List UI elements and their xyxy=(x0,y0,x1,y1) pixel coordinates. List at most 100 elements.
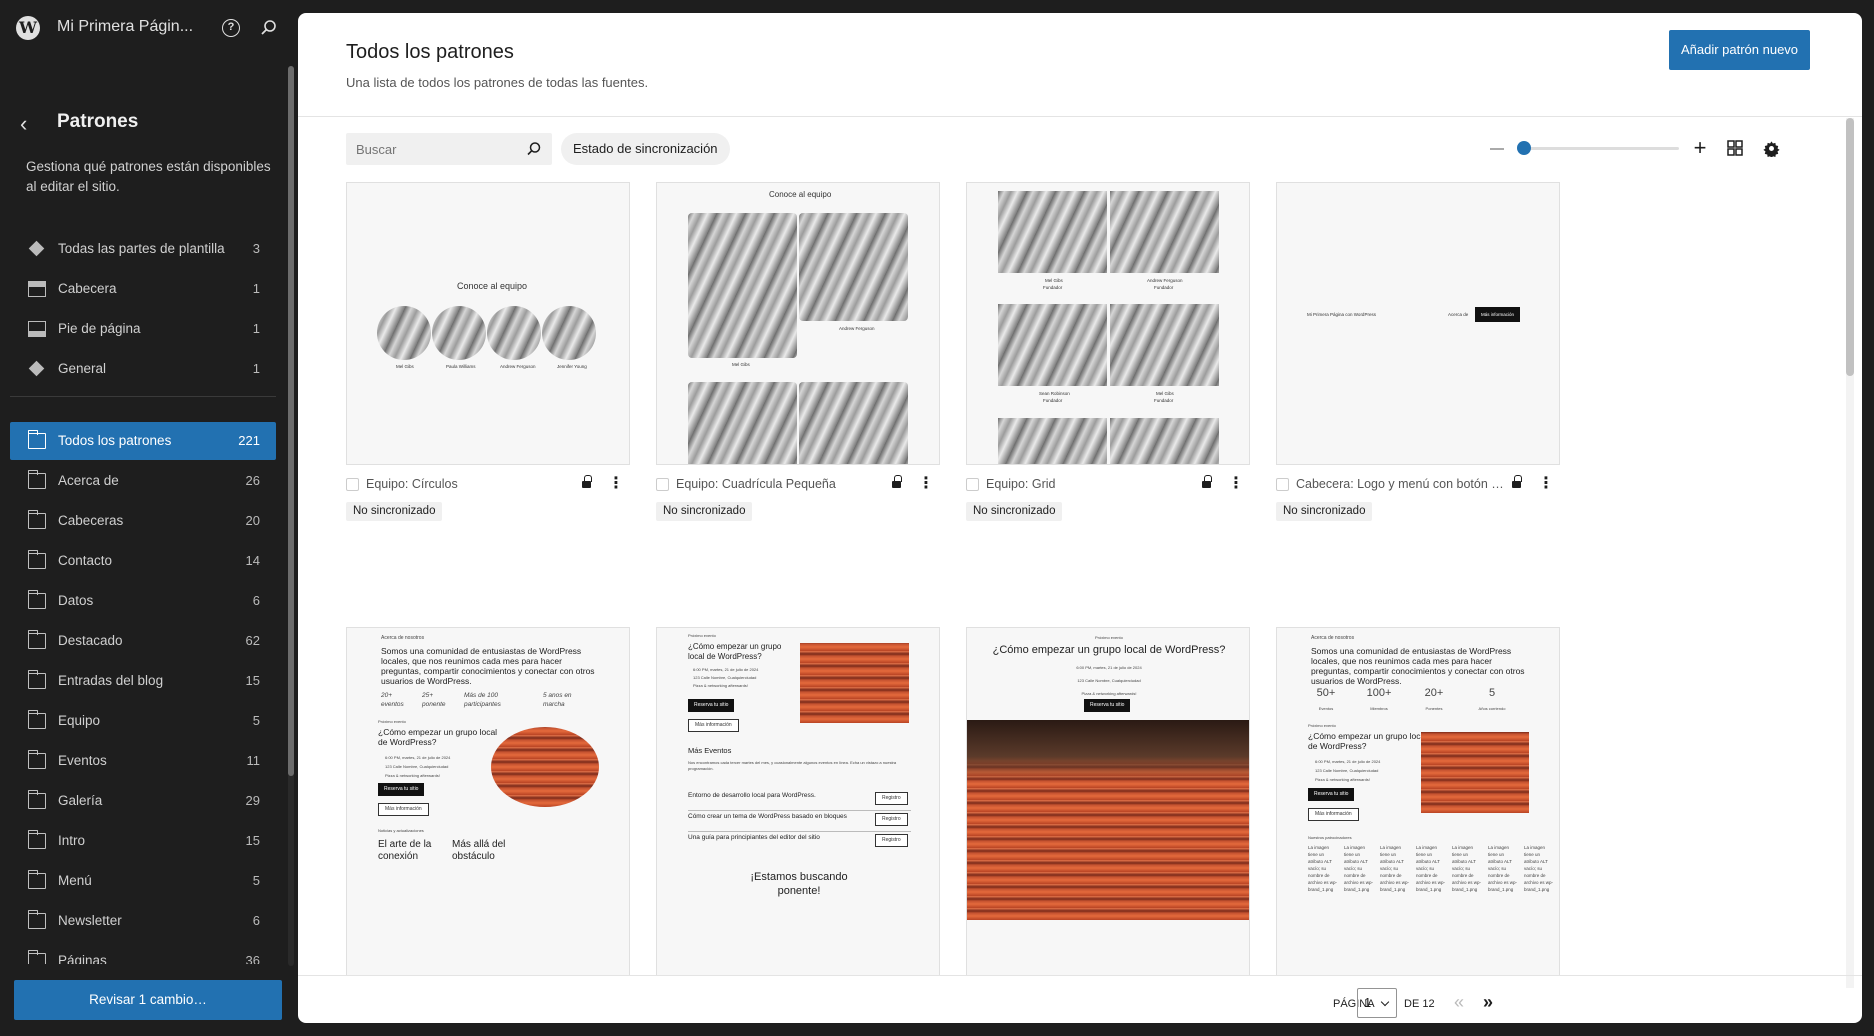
pattern-name[interactable]: Equipo: Cuadrícula Pequeña xyxy=(676,477,886,491)
team-photo xyxy=(998,304,1107,386)
zoom-slider[interactable] xyxy=(1523,147,1679,150)
site-title[interactable]: Mi Primera Págin... xyxy=(57,18,193,36)
zoom-out-icon[interactable] xyxy=(1490,148,1504,150)
main-scrollbar-thumb[interactable] xyxy=(1846,118,1854,376)
sidebar-item-gallery[interactable]: Galería 29 xyxy=(10,782,276,820)
preview-button: Más información xyxy=(378,803,429,816)
preview-button: Registro xyxy=(875,792,908,805)
pattern-grid-row: Acerca de nosotros Somos una comunidad d… xyxy=(298,627,1846,975)
member-name: Sean Robinson xyxy=(1039,391,1070,396)
sidebar-item-general[interactable]: General 1 xyxy=(10,350,276,388)
sidebar-item-intro[interactable]: Intro 15 xyxy=(10,822,276,860)
more-actions-icon[interactable]: ⋮ xyxy=(1228,474,1244,494)
first-page-icon[interactable]: « xyxy=(1454,993,1464,1011)
add-pattern-button[interactable]: Añadir patrón nuevo xyxy=(1669,30,1810,70)
stat-value: 50+ xyxy=(1316,687,1336,699)
sidebar: Mi Primera Págin... ? ‹ Patrones Gestion… xyxy=(0,0,298,1036)
sidebar-item-featured[interactable]: Destacado 62 xyxy=(10,622,276,660)
member-name: Mel Gibs xyxy=(732,362,750,367)
select-checkbox[interactable] xyxy=(966,478,979,491)
event-detail: 123 Calle Nombre, Cualquierciudad xyxy=(385,764,449,769)
select-checkbox[interactable] xyxy=(656,478,669,491)
folder-icon xyxy=(28,470,46,489)
event-detail: 6:00 PM, martes, 21 de julio de 2024 xyxy=(385,755,451,760)
zoom-slider-handle[interactable] xyxy=(1517,141,1531,155)
search-input[interactable] xyxy=(346,133,516,165)
search-box[interactable] xyxy=(346,133,552,165)
sidebar-item-count: 6 xyxy=(252,913,260,928)
sidebar-item-count: 15 xyxy=(245,673,260,688)
stat-label: ponente xyxy=(422,701,446,708)
stat-value: Más de 100 xyxy=(464,692,498,699)
sidebar-item-label: General xyxy=(58,361,107,376)
select-checkbox[interactable] xyxy=(1276,478,1289,491)
pattern-name[interactable]: Cabecera: Logo y menú con botón de ac… xyxy=(1296,477,1506,491)
chevron-left-icon[interactable]: ‹ xyxy=(20,113,34,135)
sidebar-item-label: Eventos xyxy=(58,753,107,768)
stat-label: Miembros xyxy=(1370,706,1388,711)
last-page-icon[interactable]: » xyxy=(1483,993,1493,1011)
wordpress-logo-icon[interactable] xyxy=(16,16,40,40)
pattern-preview[interactable]: Acerca de nosotros Somos una comunidad d… xyxy=(1276,627,1560,975)
preview-label: Próximo evento xyxy=(1095,635,1123,640)
search-icon[interactable] xyxy=(526,141,542,157)
pattern-preview[interactable]: Conoce al equipo Mel Gibs Andrew Ferguso… xyxy=(656,182,940,465)
member-name: Mel Gibs xyxy=(1156,391,1174,396)
preview-label: Acerca de nosotros xyxy=(381,635,425,641)
stat-value: 100+ xyxy=(1366,687,1392,699)
sidebar-item-count: 5 xyxy=(252,873,260,888)
sidebar-item-pages[interactable]: Páginas 36 xyxy=(10,942,276,964)
review-changes-button[interactable]: Revisar 1 cambio… xyxy=(14,980,282,1020)
more-actions-icon[interactable]: ⋮ xyxy=(918,474,934,494)
stat-value: 5 anos en xyxy=(543,692,572,699)
sidebar-item-footer[interactable]: Pie de página 1 xyxy=(10,310,276,348)
help-icon[interactable]: ? xyxy=(222,19,240,37)
stat-label: marcha xyxy=(543,701,565,708)
pattern-preview[interactable]: Conoce al equipo Mel Gibs Paula Williams… xyxy=(346,182,630,465)
sidebar-item-count: 36 xyxy=(245,953,260,964)
pattern-preview[interactable]: Próximo evento ¿Cómo empezar un grupo lo… xyxy=(966,627,1250,975)
more-actions-icon[interactable]: ⋮ xyxy=(608,474,624,494)
zoom-in-icon[interactable]: + xyxy=(1691,137,1709,159)
sidebar-item-events[interactable]: Eventos 11 xyxy=(10,742,276,780)
sidebar-item-headers[interactable]: Cabeceras 20 xyxy=(10,502,276,540)
pattern-preview[interactable]: Próximo evento ¿Cómo empezar un grupo lo… xyxy=(656,627,940,975)
pattern-preview[interactable]: Mi Primera Página con WordPress Acerca d… xyxy=(1276,182,1560,465)
member-name: Mel Gibs xyxy=(1045,278,1063,283)
pattern-name[interactable]: Equipo: Grid xyxy=(986,477,1196,491)
preview-heading: Más Eventos xyxy=(688,746,732,755)
preview-nav-link: Acerca de xyxy=(1448,312,1469,317)
sidebar-item-all-template-parts[interactable]: Todas las partes de plantilla 3 xyxy=(10,230,276,268)
sidebar-item-contact[interactable]: Contacto 14 xyxy=(10,542,276,580)
top-bar: Mi Primera Págin... ? xyxy=(0,0,298,56)
sidebar-item-about[interactable]: Acerca de 26 xyxy=(10,462,276,500)
pattern-preview[interactable]: Mel Gibs Fundador Andrew Ferguson Fundad… xyxy=(966,182,1250,465)
pattern-name[interactable]: Equipo: Círculos xyxy=(366,477,576,491)
sidebar-item-all-patterns[interactable]: Todos los patrones 221 xyxy=(10,422,276,460)
select-checkbox[interactable] xyxy=(346,478,359,491)
preview-site-title: Mi Primera Página con WordPress xyxy=(1307,312,1376,317)
preview-button: Más información xyxy=(688,719,739,732)
photo-shadow xyxy=(967,720,1249,780)
gear-icon[interactable] xyxy=(1763,140,1780,157)
lock-icon xyxy=(892,475,902,489)
search-icon[interactable] xyxy=(260,19,278,37)
sidebar-item-team[interactable]: Equipo 5 xyxy=(10,702,276,740)
sidebar-item-blog-posts[interactable]: Entradas del blog 15 xyxy=(10,662,276,700)
sidebar-item-label: Intro xyxy=(58,833,86,848)
page-select[interactable]: 1 xyxy=(1357,988,1397,1018)
more-actions-icon[interactable]: ⋮ xyxy=(1538,474,1554,494)
preview-label: Próximo evento xyxy=(1308,723,1336,728)
sidebar-item-newsletter[interactable]: Newsletter 6 xyxy=(10,902,276,940)
sidebar-item-count: 20 xyxy=(245,513,260,528)
pagination-total: DE 12 xyxy=(1404,998,1435,1010)
preview-heading: Conoce al equipo xyxy=(457,281,528,291)
sidebar-scrollbar-thumb[interactable] xyxy=(288,66,294,776)
sidebar-item-menu[interactable]: Menú 5 xyxy=(10,862,276,900)
sidebar-item-header[interactable]: Cabecera 1 xyxy=(10,270,276,308)
grid-view-icon[interactable] xyxy=(1727,140,1743,156)
pattern-preview[interactable]: Acerca de nosotros Somos una comunidad d… xyxy=(346,627,630,975)
team-photo xyxy=(1110,304,1219,386)
sync-status-filter[interactable]: Estado de sincronización xyxy=(561,133,730,165)
sidebar-item-data[interactable]: Datos 6 xyxy=(10,582,276,620)
